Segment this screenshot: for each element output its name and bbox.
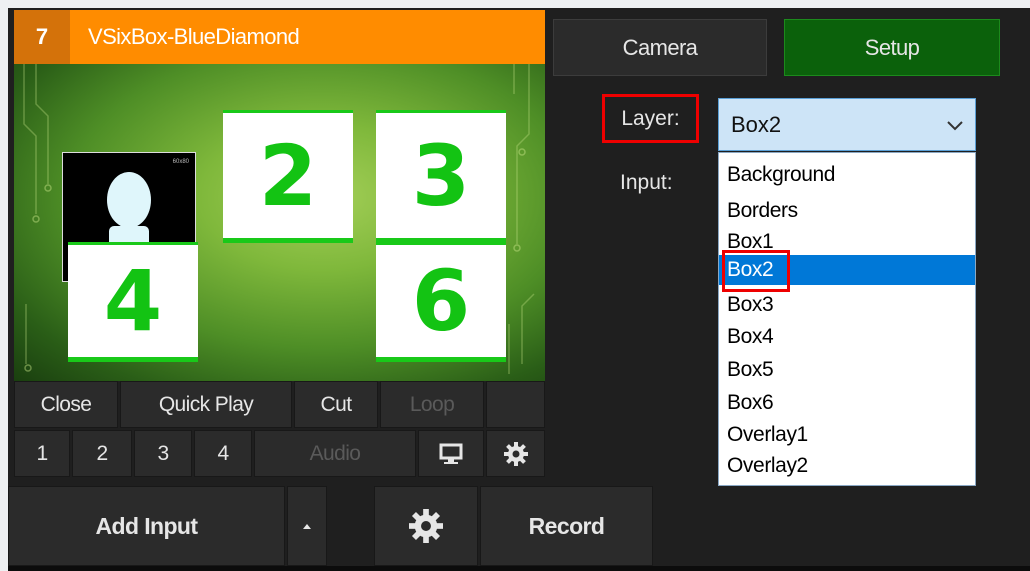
box-6-number: 6 xyxy=(411,252,471,350)
bottom-divider xyxy=(8,566,1030,571)
box-2: 2 xyxy=(223,110,353,243)
add-input-menu-button[interactable] xyxy=(287,486,327,566)
layer-options-list[interactable]: Background Borders Box1 Box2 Box3 Box4 B… xyxy=(718,152,976,486)
layer-select-value: Box2 xyxy=(731,111,782,137)
box-3: 3 xyxy=(376,110,506,243)
record-button[interactable]: Record xyxy=(480,486,653,566)
caret-up-icon xyxy=(303,524,311,529)
layer-option-box3[interactable]: Box3 xyxy=(719,293,975,317)
input-settings-button[interactable] xyxy=(486,430,545,477)
close-button[interactable]: Close xyxy=(14,381,118,428)
box-4-number: 4 xyxy=(103,252,163,350)
cut-button[interactable]: Cut xyxy=(294,381,378,428)
settings-button[interactable] xyxy=(374,486,478,566)
setup-tab[interactable]: Setup xyxy=(784,19,1000,76)
input-label: Input: xyxy=(620,171,673,194)
layer-select[interactable]: Box2 xyxy=(718,98,976,151)
vmix-input-window: 7 VSixBox-BlueDiamond 60x80 2 3 4 6 Clos… xyxy=(8,8,1030,571)
box-3-number: 3 xyxy=(411,126,471,225)
chevron-down-icon xyxy=(947,121,963,131)
overlay-2-button[interactable]: 2 xyxy=(72,430,132,477)
gear-icon xyxy=(409,509,443,543)
layer-label: Layer: xyxy=(602,94,699,143)
camera-tag: 60x80 xyxy=(172,159,189,165)
camera-tab[interactable]: Camera xyxy=(553,19,767,76)
overlay-1-button[interactable]: 1 xyxy=(14,430,70,477)
layer-option-overlay1[interactable]: Overlay1 xyxy=(719,423,975,447)
input-preview[interactable]: 60x80 2 3 4 6 xyxy=(14,64,545,381)
box-4: 4 xyxy=(68,242,198,362)
layer-option-box6[interactable]: Box6 xyxy=(719,391,975,415)
blank-button[interactable] xyxy=(486,381,545,428)
layer-option-background[interactable]: Background xyxy=(719,163,975,187)
input-number: 7 xyxy=(14,10,70,64)
layer-option-box2[interactable]: Box2 xyxy=(719,255,975,285)
box-2-number: 2 xyxy=(258,126,318,225)
layer-option-box4[interactable]: Box4 xyxy=(719,325,975,349)
overlay-4-button[interactable]: 4 xyxy=(194,430,252,477)
output-preview-button[interactable] xyxy=(418,430,484,477)
monitor-icon xyxy=(439,443,463,464)
audio-button[interactable]: Audio xyxy=(254,430,416,477)
layer-option-box1[interactable]: Box1 xyxy=(719,230,975,254)
gear-icon xyxy=(503,441,528,466)
loop-button[interactable]: Loop xyxy=(380,381,484,428)
overlay-3-button[interactable]: 3 xyxy=(134,430,192,477)
layer-option-borders[interactable]: Borders xyxy=(719,199,975,223)
box-6: 6 xyxy=(376,242,506,362)
layer-option-box5[interactable]: Box5 xyxy=(719,358,975,382)
add-input-button[interactable]: Add Input xyxy=(8,486,285,566)
layer-option-overlay2[interactable]: Overlay2 xyxy=(719,454,975,478)
quick-play-button[interactable]: Quick Play xyxy=(120,381,292,428)
input-title: VSixBox-BlueDiamond xyxy=(88,24,300,49)
